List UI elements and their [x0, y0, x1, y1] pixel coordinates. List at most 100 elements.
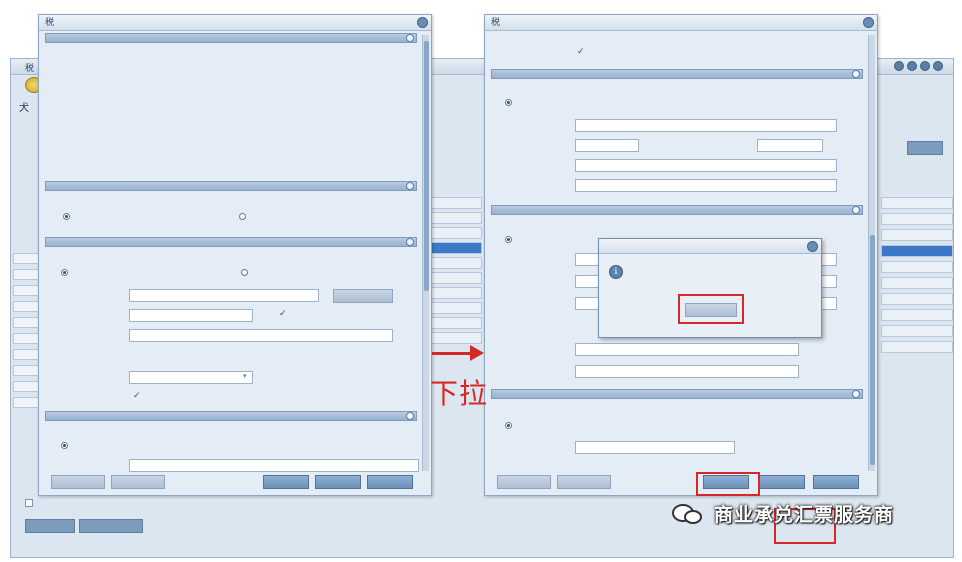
list-item[interactable] [430, 272, 482, 284]
collapse-icon[interactable] [852, 70, 860, 78]
list-item[interactable] [881, 341, 953, 353]
close-icon[interactable] [807, 241, 818, 252]
row-input[interactable] [575, 365, 799, 378]
input-a-button[interactable] [333, 289, 393, 303]
collapse-icon[interactable] [406, 412, 414, 420]
radio-option-a[interactable] [61, 442, 68, 449]
scroll-thumb[interactable] [424, 41, 429, 291]
list-item[interactable] [13, 381, 39, 392]
row-input[interactable] [575, 119, 837, 132]
background-button-1[interactable] [25, 519, 75, 533]
list-item[interactable] [881, 309, 953, 321]
arrow-right-icon [470, 345, 484, 361]
list-item[interactable] [13, 253, 39, 264]
close-icon[interactable] [933, 61, 943, 71]
input-field-b[interactable] [129, 309, 253, 322]
list-item[interactable] [430, 302, 482, 314]
vertical-scrollbar[interactable] [868, 35, 875, 471]
list-item[interactable] [430, 227, 482, 239]
list-item[interactable] [881, 197, 953, 209]
section-header[interactable] [45, 411, 417, 421]
chat-bubble-icon [672, 502, 706, 526]
list-item[interactable] [13, 349, 39, 360]
footer-button-3[interactable] [263, 475, 309, 489]
background-left-list [13, 253, 39, 413]
section-header[interactable] [45, 237, 417, 247]
radio-yes[interactable] [61, 269, 68, 276]
input-field-a[interactable] [129, 289, 319, 302]
row-input[interactable] [575, 441, 735, 454]
row-input-left[interactable] [575, 139, 639, 152]
checkmark-icon[interactable]: ✓ [279, 309, 287, 319]
list-item-selected[interactable] [881, 245, 953, 257]
list-item[interactable] [881, 229, 953, 241]
radio-yes[interactable] [63, 213, 70, 220]
list-item[interactable] [881, 277, 953, 289]
collapse-icon[interactable] [406, 238, 414, 246]
radio-a[interactable] [505, 99, 512, 106]
chevron-down-icon[interactable]: ▾ [243, 372, 247, 380]
scroll-thumb[interactable] [870, 235, 875, 465]
last-input[interactable] [129, 459, 419, 472]
list-item[interactable] [881, 213, 953, 225]
collapse-icon[interactable] [406, 182, 414, 190]
background-right-button[interactable] [907, 141, 943, 155]
list-item[interactable] [13, 317, 39, 328]
radio-c[interactable] [505, 422, 512, 429]
radio-b[interactable] [505, 236, 512, 243]
row-input[interactable] [575, 179, 837, 192]
section-header[interactable] [45, 33, 417, 43]
right-dialog-title: 税 [485, 15, 877, 31]
footer-button-2[interactable] [557, 475, 611, 489]
footer-button-4[interactable] [759, 475, 805, 489]
footer-button-4[interactable] [315, 475, 361, 489]
settings-icon[interactable] [894, 61, 904, 71]
close-icon[interactable] [417, 17, 428, 28]
list-item[interactable] [881, 325, 953, 337]
checkmark-icon[interactable]: ✓ [133, 391, 141, 401]
list-item[interactable] [13, 285, 39, 296]
list-item[interactable] [13, 301, 39, 312]
list-item[interactable] [430, 317, 482, 329]
background-right-list [881, 197, 953, 357]
row-input[interactable] [575, 159, 837, 172]
background-checkbox[interactable] [25, 499, 33, 507]
list-item[interactable] [430, 212, 482, 224]
list-item[interactable] [13, 333, 39, 344]
collapse-icon[interactable] [852, 206, 860, 214]
select-field[interactable] [129, 371, 253, 384]
list-item[interactable] [430, 197, 482, 209]
footer-button-2[interactable] [111, 475, 165, 489]
list-item[interactable] [881, 261, 953, 273]
footer-button-1[interactable] [51, 475, 105, 489]
row-input-right[interactable] [757, 139, 823, 152]
list-item[interactable] [881, 293, 953, 305]
section-header[interactable] [491, 389, 863, 399]
section-header[interactable] [491, 205, 863, 215]
radio-no[interactable] [239, 213, 246, 220]
maximize-icon[interactable] [920, 61, 930, 71]
radio-no[interactable] [241, 269, 248, 276]
section-header[interactable] [45, 181, 417, 191]
list-item[interactable] [13, 397, 39, 408]
checkmark-icon[interactable]: ✓ [577, 47, 585, 57]
collapse-icon[interactable] [852, 390, 860, 398]
list-item[interactable] [430, 287, 482, 299]
minimize-icon[interactable] [907, 61, 917, 71]
list-item[interactable] [430, 257, 482, 269]
section-header[interactable] [491, 69, 863, 79]
list-item[interactable] [430, 332, 482, 344]
footer-button-5[interactable] [813, 475, 859, 489]
collapse-icon[interactable] [406, 34, 414, 42]
list-item-selected[interactable] [430, 242, 482, 254]
row-input[interactable] [575, 343, 799, 356]
close-icon[interactable] [863, 17, 874, 28]
footer-button-5[interactable] [367, 475, 413, 489]
vertical-scrollbar[interactable] [422, 35, 429, 471]
footer-button-1[interactable] [497, 475, 551, 489]
list-item[interactable] [13, 269, 39, 280]
background-button-2[interactable] [79, 519, 143, 533]
list-item[interactable] [13, 365, 39, 376]
input-field-c[interactable] [129, 329, 393, 342]
screenshot-canvas: 税 犬 税 ✓ ▾ ✓ 税 ✓ i 下拉 商业承兑汇票服务商 [0, 0, 962, 562]
